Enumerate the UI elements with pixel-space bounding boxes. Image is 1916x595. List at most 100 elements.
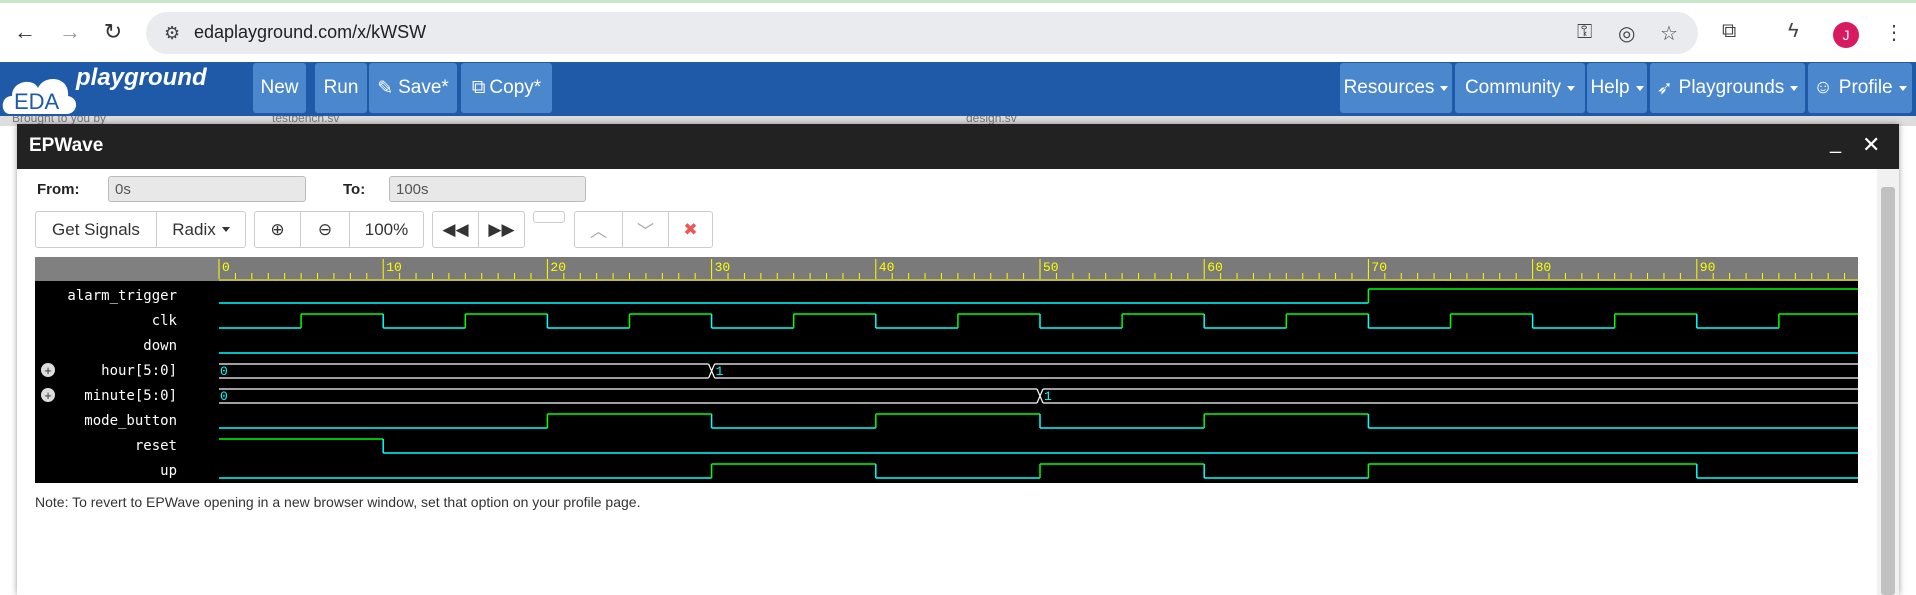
playgrounds-menu[interactable]: ➶ Playgrounds — [1650, 63, 1805, 113]
ruler-tick-label: 50 — [1043, 260, 1059, 275]
chevron-down-icon — [1790, 85, 1799, 91]
eda-logo[interactable]: EDA — [0, 66, 78, 118]
go-start-button[interactable]: ◀◀ — [432, 211, 479, 248]
zoom-out-button[interactable]: ⊖ — [300, 211, 350, 248]
logo-playground-text[interactable]: playground — [76, 64, 207, 92]
copy-button[interactable]: ⧉ Copy* — [461, 63, 552, 113]
new-button[interactable]: New — [253, 63, 306, 113]
key-icon[interactable]: ⚿ — [1577, 21, 1592, 44]
next-edge-button[interactable]: ﹀ — [622, 211, 669, 248]
chevron-down-icon — [1567, 85, 1576, 91]
browser-toolbar: ← → ↻ ⚙ edaplayground.com/x/kWSW ⚿ ◎ ☆ ⧉… — [0, 0, 1916, 62]
signal-name: up — [160, 463, 177, 479]
resources-menu[interactable]: Resources — [1340, 63, 1452, 113]
signal-name: alarm_trigger — [67, 288, 177, 304]
forward-icon[interactable]: → — [55, 17, 85, 47]
to-input[interactable]: 100s — [389, 176, 586, 202]
clear-button[interactable]: ✖ — [668, 211, 713, 248]
close-icon[interactable]: ✕ — [1862, 132, 1880, 158]
from-label: From: — [37, 181, 80, 198]
site-info-icon[interactable]: ⚙ — [164, 23, 180, 44]
fast-forward-icon: ▶▶ — [488, 219, 515, 239]
save-button[interactable]: ✎ Save* — [369, 63, 457, 113]
copy-label: Copy* — [489, 77, 542, 98]
signal-name: hour[5:0] — [101, 363, 177, 379]
dialog-title: EPWave — [29, 135, 104, 156]
ruler-tick-label: 10 — [386, 260, 402, 275]
eda-navbar: EDA playground New Run ✎ Save* ⧉ Copy* Res… — [0, 62, 1916, 116]
star-icon[interactable]: ☆ — [1660, 21, 1678, 46]
pencil-icon: ✎ — [377, 77, 394, 99]
ruler-tick-label: 80 — [1536, 260, 1552, 275]
scrollbar-thumb[interactable] — [1881, 187, 1895, 595]
user-icon: ☺ — [1813, 77, 1833, 98]
profile-label: Profile — [1838, 77, 1893, 98]
expand-plus: + — [44, 363, 52, 378]
signal-name: clk — [152, 313, 178, 329]
signal-name: mode_button — [84, 413, 177, 429]
back-icon[interactable]: ← — [10, 17, 40, 47]
bus-value: 1 — [1044, 389, 1052, 404]
chevron-down-icon — [221, 227, 230, 232]
signal-name: minute[5:0] — [84, 388, 177, 404]
ruler-tick-label: 30 — [715, 260, 731, 275]
x-icon: ✖ — [683, 219, 698, 239]
go-end-button[interactable]: ▶▶ — [478, 211, 525, 248]
zoom-in-icon: ⊕ — [270, 219, 285, 239]
bus-value: 0 — [220, 389, 228, 404]
menu-icon[interactable]: ⋮ — [1884, 20, 1904, 45]
radix-button[interactable]: Radix — [156, 211, 246, 248]
blank-button[interactable] — [533, 211, 565, 223]
resources-label: Resources — [1343, 77, 1435, 98]
minimize-icon[interactable]: _ — [1830, 132, 1841, 155]
community-menu[interactable]: Community — [1455, 63, 1585, 113]
rewind-icon: ◀◀ — [442, 219, 469, 239]
prev-edge-button[interactable]: ︿ — [574, 211, 623, 248]
url-text[interactable]: edaplayground.com/x/kWSW — [194, 22, 426, 43]
profile-note: Note: To revert to EPWave opening in a n… — [35, 494, 641, 510]
bus-value: 1 — [716, 364, 724, 379]
chevron-down-icon — [1898, 85, 1907, 91]
avatar[interactable]: J — [1833, 22, 1859, 48]
chevron-up-icon: ︿ — [590, 222, 607, 241]
logo-eda-text: EDA — [14, 89, 60, 114]
to-label: To: — [343, 181, 366, 198]
address-bar[interactable]: ⚙ edaplayground.com/x/kWSW ⚿ ◎ ☆ — [146, 12, 1698, 54]
ruler-tick-label: 70 — [1371, 260, 1387, 275]
chevron-down-icon — [1635, 85, 1644, 91]
zoom-in-button[interactable]: ⊕ — [254, 211, 301, 248]
eye-off-icon[interactable]: ◎ — [1618, 21, 1635, 46]
ruler-tick-label: 0 — [222, 260, 230, 275]
lightning-icon[interactable]: ϟ — [1788, 20, 1799, 43]
zoom-level-button[interactable]: 100% — [349, 211, 424, 248]
playgrounds-label: Playgrounds — [1678, 77, 1785, 98]
get-signals-button[interactable]: Get Signals — [35, 211, 157, 248]
reload-icon[interactable]: ↻ — [98, 17, 128, 47]
profile-menu[interactable]: ☺ Profile — [1808, 63, 1912, 113]
chevron-down-icon — [1440, 85, 1449, 91]
signal-name: down — [143, 338, 177, 354]
help-label: Help — [1590, 77, 1630, 98]
expand-plus: + — [44, 388, 52, 403]
ruler-tick-label: 20 — [550, 260, 566, 275]
dialog-titlebar: EPWave _ ✕ — [17, 124, 1899, 169]
ruler-tick-label: 90 — [1700, 260, 1716, 275]
ruler-tick-label: 40 — [879, 260, 895, 275]
extensions-icon[interactable]: ⧉ — [1722, 20, 1736, 43]
signal-name: reset — [135, 438, 177, 454]
scrollbar[interactable] — [1877, 169, 1899, 595]
chevron-down-icon: ﹀ — [637, 222, 654, 241]
bus-value: 0 — [220, 364, 228, 379]
copy-icon: ⧉ — [471, 77, 486, 98]
ruler-tick-label: 60 — [1207, 260, 1223, 275]
save-label: Save* — [398, 77, 449, 98]
zoom-out-icon: ⊖ — [317, 219, 333, 239]
help-menu[interactable]: Help — [1587, 63, 1647, 113]
run-button[interactable]: Run — [315, 63, 367, 113]
waveform-background — [35, 257, 1858, 483]
from-input[interactable]: 0s — [108, 176, 306, 202]
community-label: Community — [1464, 77, 1562, 98]
waveform-viewer[interactable]: 0 10 20 30 40 50 60 70 80 90alarm_triggerclkdownh… — [35, 257, 1858, 483]
rocket-icon: ➶ — [1656, 77, 1673, 99]
radix-label: Radix — [172, 219, 216, 239]
